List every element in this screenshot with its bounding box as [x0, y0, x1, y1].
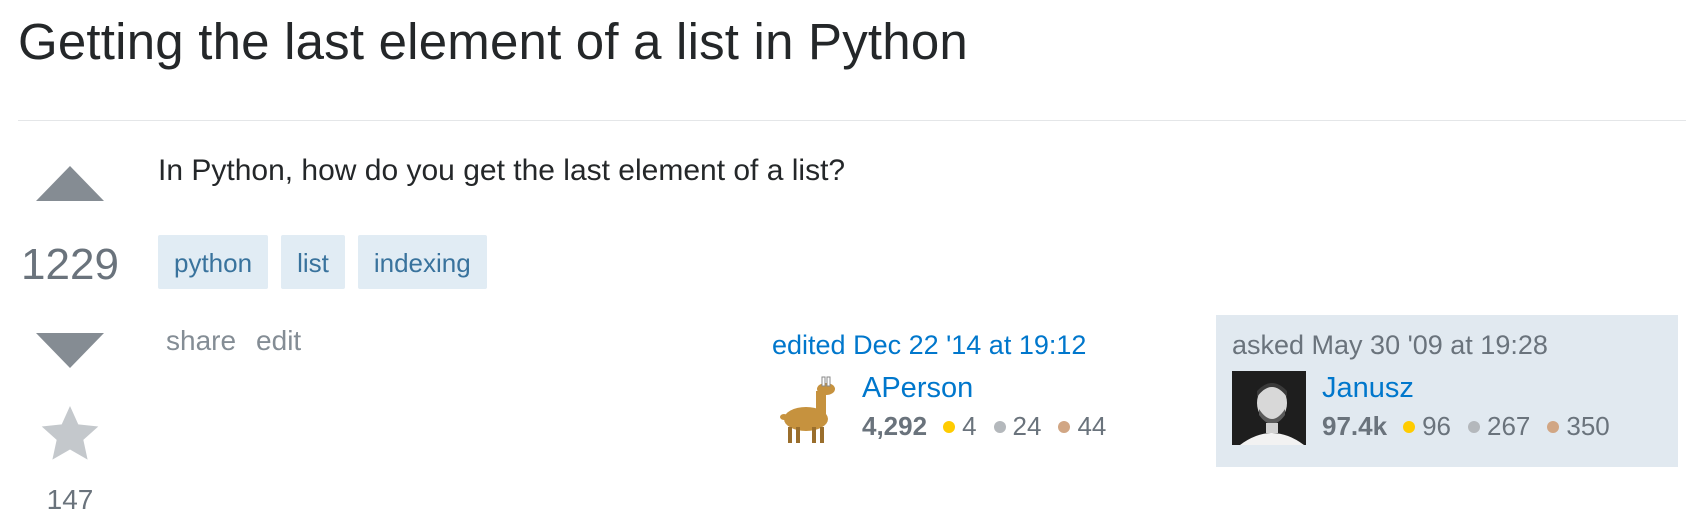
edit-link[interactable]: edit — [256, 325, 301, 357]
tag-indexing[interactable]: indexing — [357, 235, 487, 289]
silver-badge-icon — [1468, 420, 1480, 433]
owner-name-link[interactable]: Janusz — [1322, 371, 1627, 405]
tag-python[interactable]: python — [158, 235, 269, 289]
bronze-badge-icon — [1058, 420, 1071, 433]
editor-reputation: 4,292 — [862, 411, 928, 441]
post-menu: share edit — [166, 325, 301, 357]
title-divider — [18, 120, 1686, 121]
editor-gold-count: 4 — [962, 411, 977, 441]
user-photo-avatar[interactable] — [1232, 371, 1306, 445]
bronze-badge-icon — [1547, 420, 1560, 433]
editor-stats: 4,292 4 24 44 — [862, 411, 1123, 442]
downvote-arrow-icon[interactable] — [36, 333, 104, 368]
owner-bronze-count: 350 — [1566, 411, 1610, 441]
upvote-arrow-icon[interactable] — [36, 166, 104, 201]
owner-signature: asked May 30 '09 at 19:28 Janusz 97.4k 9… — [1216, 315, 1678, 467]
editor-bronze-count: 44 — [1077, 411, 1107, 441]
owner-silver-count: 267 — [1487, 411, 1531, 441]
owner-reputation: 97.4k — [1322, 411, 1388, 441]
tag-list: python list indexing — [158, 235, 487, 289]
asked-timestamp: asked May 30 '09 at 19:28 — [1232, 330, 1548, 360]
editor-name-link[interactable]: APerson — [862, 371, 1123, 405]
tag-list[interactable]: list — [281, 235, 345, 289]
favorite-star-icon[interactable] — [38, 402, 102, 466]
silver-badge-icon — [993, 420, 1006, 433]
share-link[interactable]: share — [166, 325, 236, 357]
vote-count: 1229 — [21, 240, 119, 289]
editor-signature: edited Dec 22 '14 at 19:12 APerson 4,292… — [772, 330, 1123, 445]
edited-timestamp-link[interactable]: edited Dec 22 '14 at 19:12 — [772, 330, 1123, 361]
gold-badge-icon — [943, 420, 956, 433]
llama-avatar[interactable] — [772, 371, 846, 445]
question-body: In Python, how do you get the last eleme… — [158, 154, 846, 187]
editor-silver-count: 24 — [1012, 411, 1042, 441]
gold-badge-icon — [1403, 420, 1416, 433]
owner-gold-count: 96 — [1422, 411, 1451, 441]
owner-stats: 97.4k 96 267 350 — [1322, 411, 1627, 442]
question-title[interactable]: Getting the last element of a list in Py… — [18, 12, 968, 71]
favorite-count: 147 — [46, 484, 94, 515]
